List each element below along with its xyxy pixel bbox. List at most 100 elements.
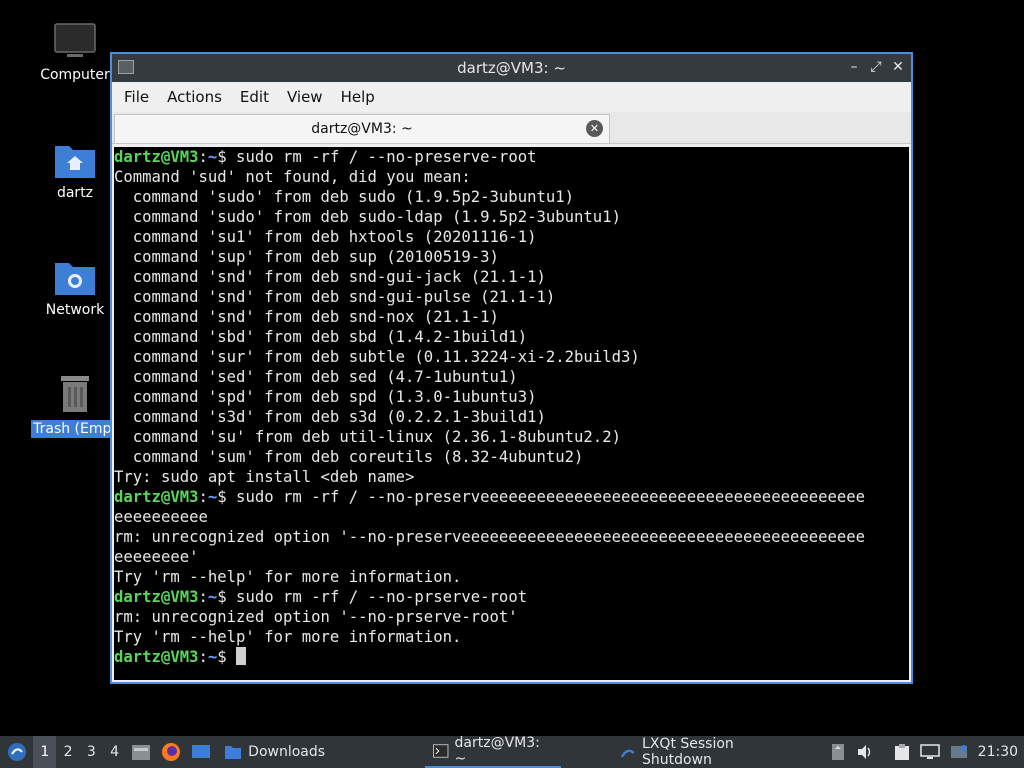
task-session-shutdown[interactable]: LXQt Session Shutdown	[611, 736, 811, 768]
tray-volume[interactable]	[851, 736, 879, 768]
terminal-output-text: command 'snd' from deb snd-nox (21.1-1)	[114, 308, 499, 326]
tray-clipboard[interactable]	[889, 736, 915, 768]
file-manager-icon	[132, 745, 151, 760]
terminal-line: command 'snd' from deb snd-nox (21.1-1)	[114, 307, 909, 327]
menu-view[interactable]: View	[279, 88, 331, 106]
terminal-output-text: Try 'rm --help' for more information.	[114, 628, 462, 646]
tab-bar: dartz@VM3: ~ ✕	[112, 112, 911, 144]
prompt-separator: :	[198, 488, 208, 506]
terminal-output-text: command 'su' from deb util-linux (2.36.1…	[114, 428, 621, 446]
terminal-output-text: command 'sum' from deb coreutils (8.32-4…	[114, 448, 584, 466]
folder-icon	[225, 746, 242, 759]
terminal-line: command 'su1' from deb hxtools (20201116…	[114, 227, 909, 247]
prompt-path: ~	[207, 488, 218, 506]
main-menu-button[interactable]	[0, 736, 33, 768]
prompt-dollar: $	[217, 588, 227, 606]
tab-terminal[interactable]: dartz@VM3: ~ ✕	[114, 114, 610, 143]
show-desktop-button[interactable]	[186, 736, 216, 768]
volume-icon	[857, 745, 870, 759]
terminal-line: command 'sum' from deb coreutils (8.32-4…	[114, 447, 909, 467]
workspace-1[interactable]: 1	[33, 736, 57, 768]
firefox-launcher[interactable]	[156, 736, 186, 768]
terminal-output-text: eeeeeeeeee	[114, 508, 208, 526]
terminal-output-text: command 'sudo' from deb sudo (1.9.5p2-3u…	[114, 188, 575, 206]
minimize-icon[interactable]: –	[847, 58, 861, 76]
task-label: Downloads	[248, 744, 326, 760]
prompt-path: ~	[207, 588, 218, 606]
terminal-output-text: command 's3d' from deb s3d (0.2.2.1-3bui…	[114, 408, 546, 426]
network-folder-icon	[55, 263, 95, 295]
prompt-user-host: dartz@VM3	[114, 588, 199, 606]
menu-help[interactable]: Help	[333, 88, 383, 106]
terminal-line: command 'sudo' from deb sudo (1.9.5p2-3u…	[114, 187, 909, 207]
menubar: File Actions Edit View Help	[112, 82, 911, 112]
terminal-line: dartz@VM3:~$ sudo rm -rf / --no-preserve…	[114, 147, 909, 167]
tray-updates[interactable]	[945, 736, 973, 768]
drive-icon	[831, 744, 844, 760]
update-icon	[950, 745, 967, 758]
prompt-dollar: $	[217, 648, 227, 666]
terminal-line: Try 'rm --help' for more information.	[114, 567, 909, 587]
terminal-output[interactable]: dartz@VM3:~$ sudo rm -rf / --no-preserve…	[114, 147, 909, 680]
tab-title: dartz@VM3: ~	[311, 121, 413, 137]
network-icon	[919, 744, 940, 759]
terminal-line: command 'sup' from deb sup (20100519-3)	[114, 247, 909, 267]
terminal-output-text: rm: unrecognized option '--no-prserve-ro…	[114, 608, 518, 626]
terminal-icon	[433, 744, 449, 758]
terminal-window: dartz@VM3: ~ – ⤢ ✕ File Actions Edit Vie…	[110, 52, 913, 684]
close-tab-icon[interactable]: ✕	[586, 120, 603, 137]
terminal-line: command 'spd' from deb spd (1.3.0-1ubunt…	[114, 387, 909, 407]
workspace-4[interactable]: 4	[103, 736, 126, 768]
menu-file[interactable]: File	[116, 88, 157, 106]
terminal-output-text: command 'sed' from deb sed (4.7-1ubuntu1…	[114, 368, 518, 386]
task-downloads[interactable]: Downloads	[216, 736, 333, 768]
restore-icon[interactable]: ⤢	[869, 58, 883, 76]
terminal-line: command 'sudo' from deb sudo-ldap (1.9.5…	[114, 207, 909, 227]
terminal-output-text: Try 'rm --help' for more information.	[114, 568, 462, 586]
desktop-icon-label: Trash (Empt	[31, 420, 119, 438]
terminal-output-text: Command 'sud' not found, did you mean:	[114, 168, 471, 186]
terminal-output-text: command 'sbd' from deb sbd (1.4.2-1build…	[114, 328, 528, 346]
terminal-line: command 'sed' from deb sed (4.7-1ubuntu1…	[114, 367, 909, 387]
computer-icon	[54, 23, 96, 57]
terminal-line: Try: sudo apt install <deb name>	[114, 467, 909, 487]
clock[interactable]: 21:30	[973, 736, 1024, 768]
prompt-user-host: dartz@VM3	[114, 148, 199, 166]
clipboard-icon	[894, 744, 909, 760]
home-folder-icon	[55, 146, 95, 178]
terminal-line: eeeeeeee'	[114, 547, 909, 567]
trash-icon	[61, 376, 89, 412]
task-terminal[interactable]: dartz@VM3: ~	[425, 735, 561, 768]
workspace-2[interactable]: 2	[56, 736, 79, 768]
terminal-line: rm: unrecognized option '--no-prserve-ro…	[114, 607, 909, 627]
desktop-icon-label: dartz	[56, 185, 94, 201]
prompt-dollar: $	[217, 148, 227, 166]
desktop-icon-label: Network	[45, 302, 105, 318]
terminal-line: command 'snd' from deb snd-gui-jack (21.…	[114, 267, 909, 287]
tray-removable-media[interactable]	[825, 736, 851, 768]
terminal-output-text: command 'sup' from deb sup (20100519-3)	[114, 248, 499, 266]
workspace-3[interactable]: 3	[80, 736, 103, 768]
firefox-icon	[162, 743, 181, 761]
terminal-line: command 'sur' from deb subtle (0.11.3224…	[114, 347, 909, 367]
prompt-dollar: $	[217, 488, 227, 506]
window-titlebar[interactable]: dartz@VM3: ~ – ⤢ ✕	[112, 54, 911, 82]
terminal-line: command 'sbd' from deb sbd (1.4.2-1build…	[114, 327, 909, 347]
terminal-output-text: command 'sur' from deb subtle (0.11.3224…	[114, 348, 640, 366]
terminal-icon	[118, 60, 134, 74]
terminal-line: dartz@VM3:~$ sudo rm -rf / --no-prserve-…	[114, 587, 909, 607]
close-icon[interactable]: ✕	[891, 58, 905, 76]
terminal-output-text: command 'snd' from deb snd-gui-pulse (21…	[114, 288, 556, 306]
tray-network[interactable]	[915, 736, 945, 768]
terminal-cursor	[236, 647, 247, 665]
lxqt-icon	[620, 749, 634, 758]
menu-edit[interactable]: Edit	[232, 88, 277, 106]
terminal-output-text: eeeeeeee'	[114, 548, 199, 566]
terminal-line: rm: unrecognized option '--no-preserveee…	[114, 527, 909, 547]
menu-actions[interactable]: Actions	[159, 88, 230, 106]
terminal-line: dartz@VM3:~$ sudo rm -rf / --no-preserve…	[114, 487, 909, 507]
lxqt-menu-icon	[7, 743, 26, 761]
file-manager-launcher[interactable]	[126, 736, 156, 768]
prompt-separator: :	[198, 648, 208, 666]
terminal-command: sudo rm -rf / --no-preserve-root	[226, 148, 537, 166]
